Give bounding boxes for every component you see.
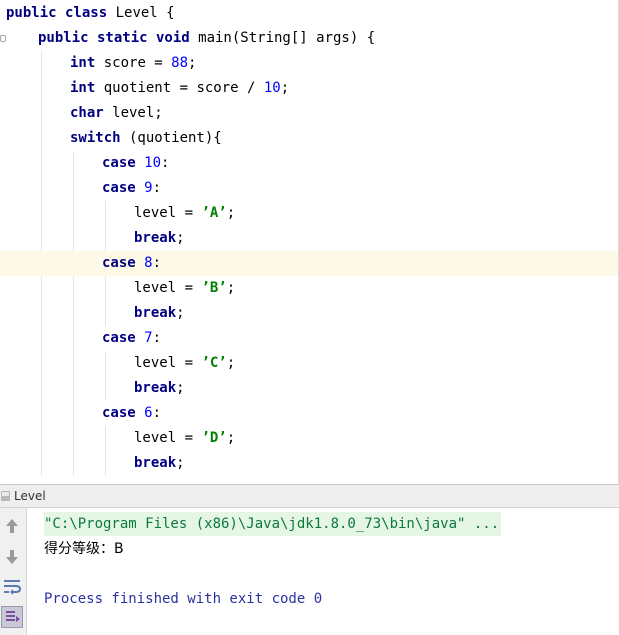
code-token: ; (176, 380, 185, 396)
keyword-token: break (134, 230, 177, 246)
code-token: ; (176, 305, 185, 321)
code-line[interactable]: break; (0, 376, 618, 401)
code-token: ; (226, 355, 236, 371)
number-token: 8 (144, 255, 153, 271)
code-token: level = (134, 355, 202, 371)
code-line[interactable]: case 6: (0, 401, 618, 426)
code-token: : (152, 405, 162, 421)
code-token: level = (134, 280, 202, 296)
code-token: : (152, 330, 162, 346)
code-token: ; (176, 230, 185, 246)
keyword-token: case (102, 405, 136, 421)
char-literal-token: ’D’ (201, 430, 227, 446)
number-token: 10 (263, 80, 281, 96)
run-tool-window-header: Level (0, 484, 619, 508)
char-literal-token: ’A’ (201, 205, 227, 221)
keyword-token: break (134, 305, 177, 321)
code-line[interactable]: int score = 88; (0, 51, 618, 76)
code-token: ; (280, 80, 290, 96)
keyword-token: case (102, 180, 136, 196)
code-line[interactable]: break; (0, 301, 618, 326)
run-config-icon (1, 491, 10, 501)
code-token: ; (226, 280, 236, 296)
number-token: 6 (144, 405, 153, 421)
arrow-down-icon[interactable] (1, 545, 23, 567)
console-command-line: "C:\Program Files (x86)\Java\jdk1.8.0_73… (44, 512, 502, 536)
code-line[interactable]: case 7: (0, 326, 618, 351)
keyword-token: break (134, 380, 177, 396)
code-line[interactable]: level = ’C’; (0, 351, 618, 376)
keyword-token: char (70, 105, 104, 121)
code-token: : (152, 180, 162, 196)
code-line[interactable]: level = ’B’; (0, 276, 618, 301)
console-program-output: 得分等级：B (44, 541, 124, 557)
code-token: (quotient){ (120, 130, 222, 146)
code-line[interactable]: int quotient = score / 10; (0, 76, 618, 101)
code-token: score = (95, 55, 172, 71)
ide-window: public class Level {public static void m… (0, 0, 619, 635)
code-line[interactable]: char level; (0, 101, 618, 126)
code-token: ; (226, 430, 236, 446)
keyword-token: break (134, 455, 177, 471)
code-token: ; (188, 55, 197, 71)
code-token: : (152, 255, 162, 271)
code-token: level; (103, 105, 163, 121)
keyword-token: case (102, 255, 136, 271)
console-output[interactable]: "C:\Program Files (x86)\Java\jdk1.8.0_73… (27, 508, 619, 635)
arrow-up-icon[interactable] (1, 516, 23, 538)
char-literal-token: ’B’ (201, 280, 227, 296)
code-token: Level { (107, 5, 175, 21)
code-line[interactable]: break; (0, 226, 618, 251)
number-token: 9 (144, 180, 153, 196)
code-token: quotient = score / (95, 80, 264, 96)
code-token: main(String[] args) { (189, 30, 376, 46)
code-editor[interactable]: public class Level {public static void m… (0, 0, 619, 484)
code-line[interactable]: public class Level { (0, 1, 618, 26)
code-token: ; (176, 455, 185, 471)
run-toolbar (0, 508, 27, 635)
number-token: 10 (144, 155, 162, 171)
code-token: ; (226, 205, 236, 221)
console-exit-status: Process finished with exit code 0 (44, 591, 323, 607)
code-line[interactable]: case 10: (0, 151, 618, 176)
keyword-token: int (70, 80, 96, 96)
code-line[interactable]: public static void main(String[] args) { (0, 26, 618, 51)
fold-marker-icon[interactable] (0, 35, 6, 42)
run-tab-title[interactable]: Level (14, 485, 46, 507)
code-line[interactable]: level = ’A’; (0, 201, 618, 226)
soft-wrap-icon[interactable] (1, 576, 23, 598)
code-line[interactable]: break; (0, 451, 618, 476)
scroll-to-end-icon[interactable] (1, 606, 23, 628)
code-line[interactable]: case 9: (0, 176, 618, 201)
code-line[interactable]: level = ’D’; (0, 426, 618, 451)
keyword-token: public class (6, 5, 108, 21)
code-token: level = (134, 430, 202, 446)
code-line[interactable]: switch (quotient){ (0, 126, 618, 151)
code-line[interactable]: case 8: (0, 251, 618, 276)
number-token: 7 (144, 330, 153, 346)
char-literal-token: ’C’ (201, 355, 227, 371)
number-token: 88 (171, 55, 189, 71)
keyword-token: case (102, 330, 136, 346)
keyword-token: int (70, 55, 96, 71)
keyword-token: case (102, 155, 136, 171)
code-token: : (161, 155, 170, 171)
keyword-token: public static void (38, 30, 190, 46)
code-token: level = (134, 205, 202, 221)
keyword-token: switch (70, 130, 121, 146)
